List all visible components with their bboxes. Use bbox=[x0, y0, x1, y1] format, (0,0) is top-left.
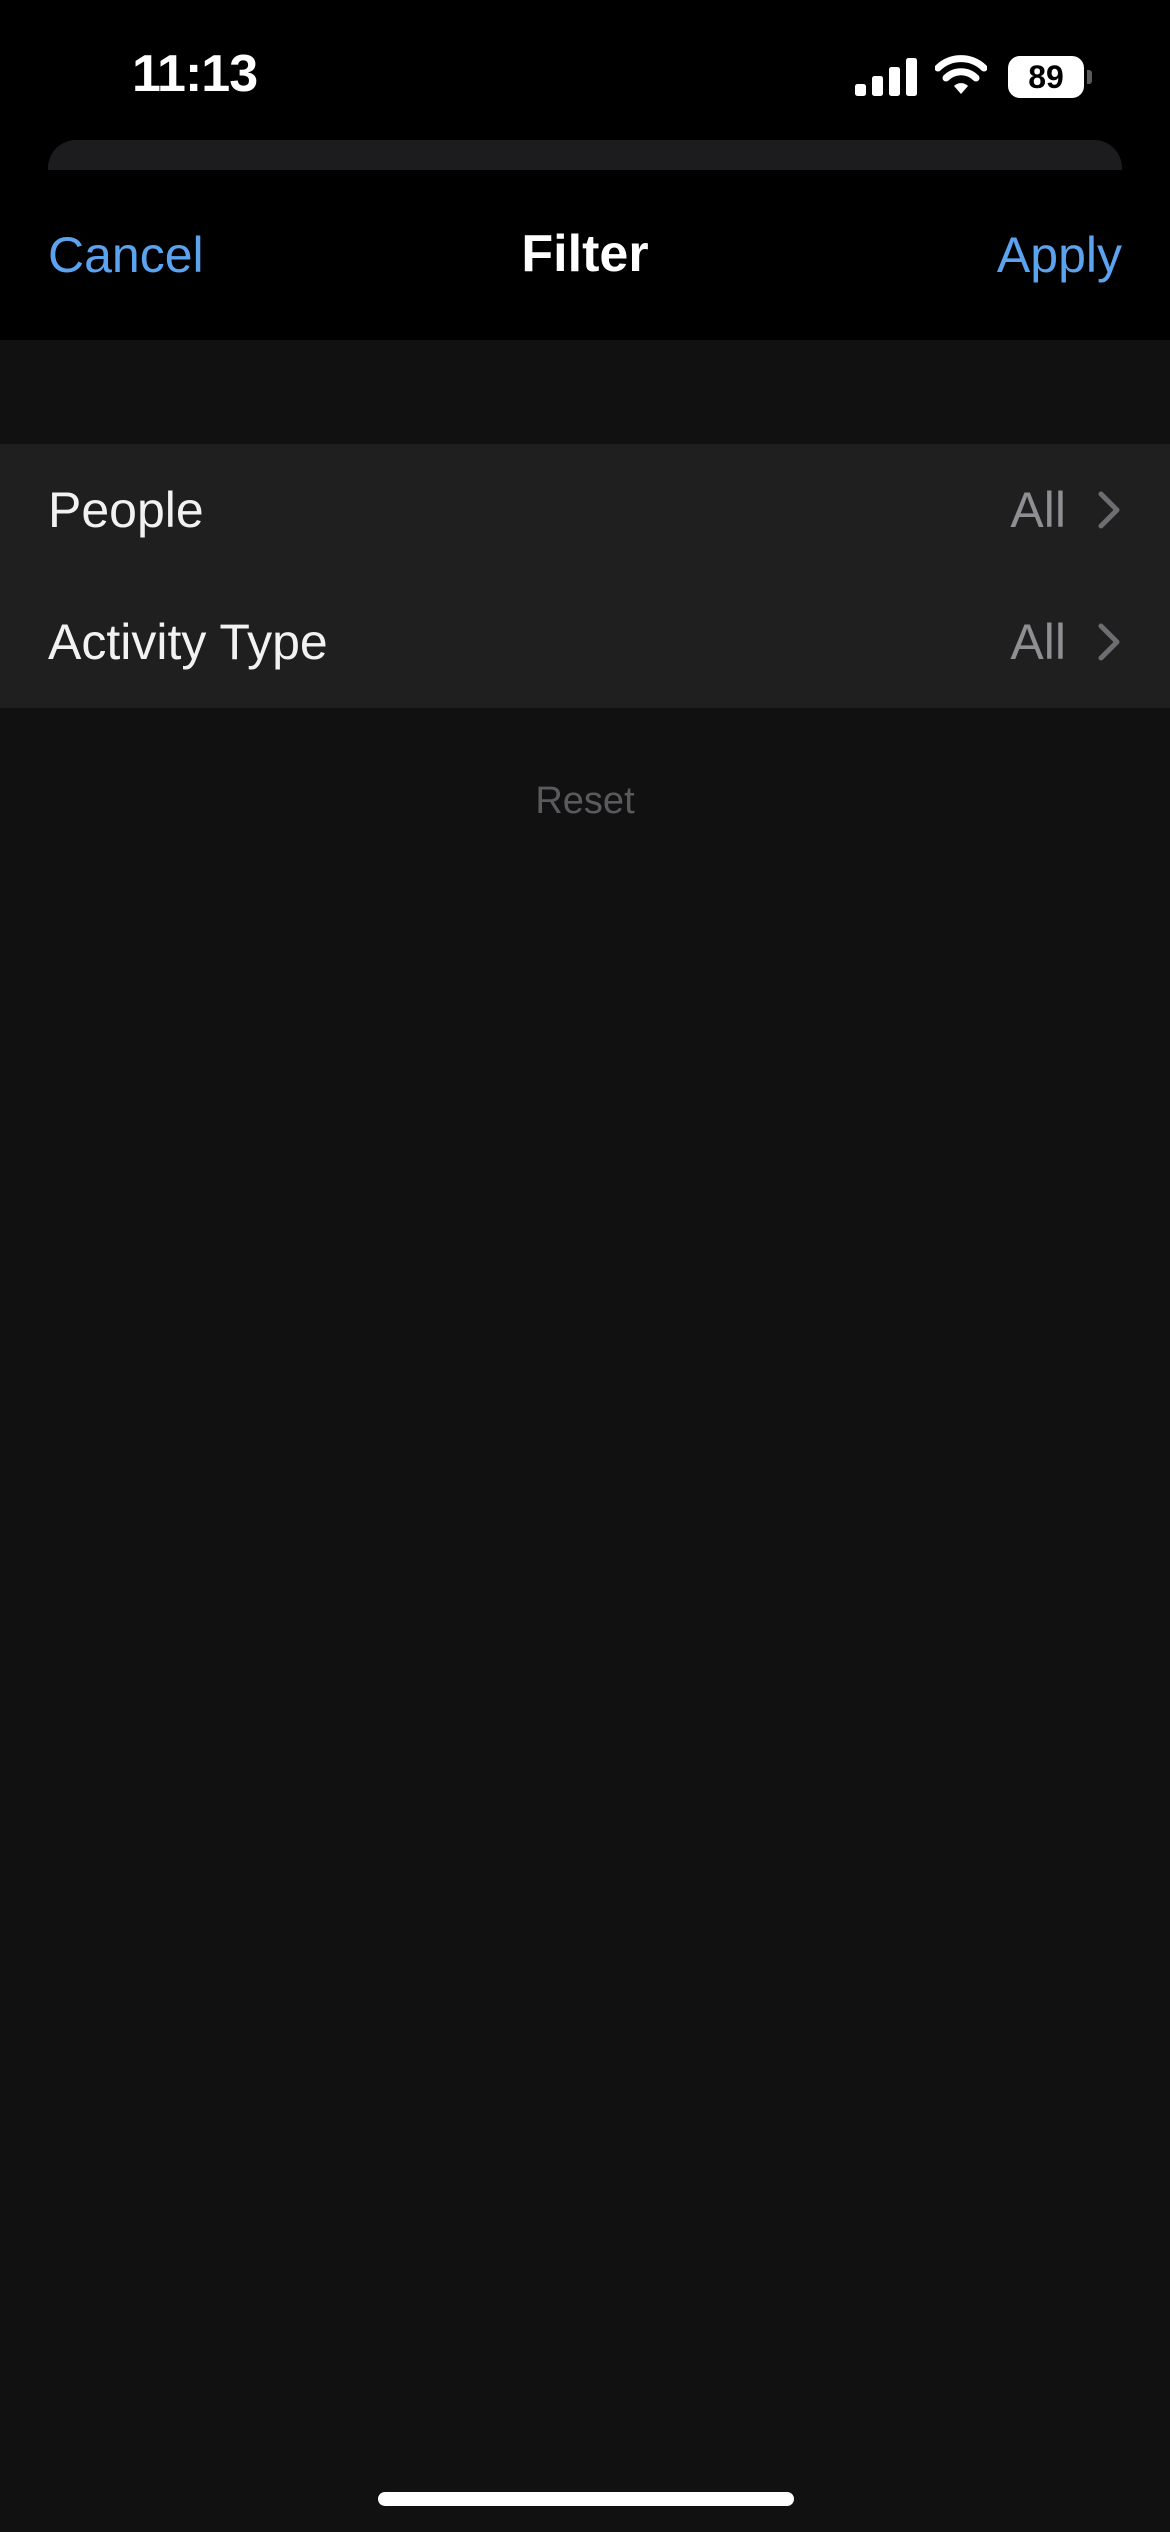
cancel-button[interactable]: Cancel bbox=[48, 226, 204, 284]
filter-list: People All Activity Type All bbox=[0, 444, 1170, 708]
chevron-right-icon bbox=[1098, 491, 1120, 529]
battery-cap bbox=[1087, 70, 1092, 84]
reset-button[interactable]: Reset bbox=[0, 780, 1170, 823]
filter-row-people[interactable]: People All bbox=[0, 444, 1170, 576]
home-indicator[interactable] bbox=[378, 2492, 794, 2506]
nav-bar: Cancel Filter Apply bbox=[0, 170, 1170, 340]
signal-icon bbox=[855, 58, 917, 96]
filter-value-people: All bbox=[1010, 482, 1066, 538]
filter-row-activity-type[interactable]: Activity Type All bbox=[0, 576, 1170, 708]
filter-content: People All Activity Type All Reset bbox=[0, 340, 1170, 2532]
wifi-icon bbox=[935, 55, 987, 94]
apply-button[interactable]: Apply bbox=[997, 226, 1122, 284]
battery-level: 89 bbox=[1028, 58, 1064, 95]
status-time: 11:13 bbox=[132, 45, 258, 103]
status-bar: 11:13 89 bbox=[0, 0, 1170, 150]
chevron-right-icon bbox=[1098, 623, 1120, 661]
filter-value-activity-type: All bbox=[1010, 614, 1066, 670]
filter-label-people: People bbox=[48, 482, 204, 538]
filter-label-activity-type: Activity Type bbox=[48, 614, 328, 670]
battery-icon: 89 bbox=[1008, 56, 1092, 98]
